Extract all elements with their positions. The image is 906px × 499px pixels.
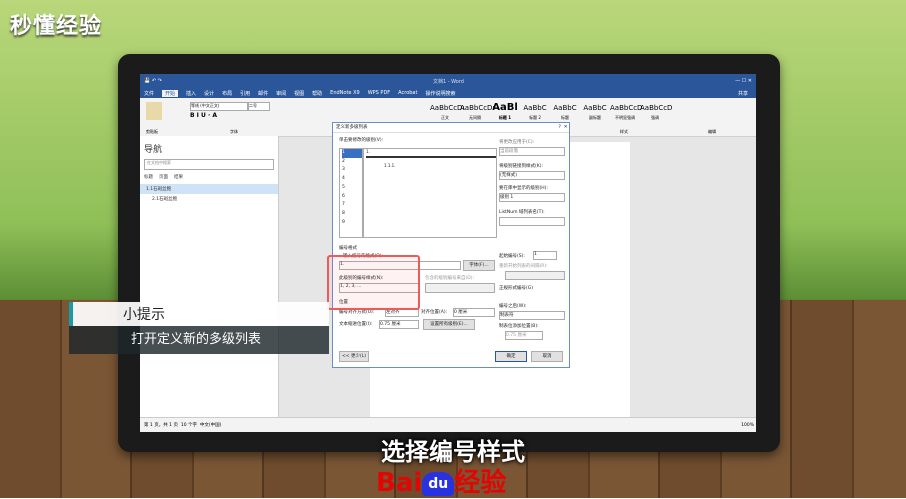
nav-search-input[interactable]: 在文档中搜索 — [144, 159, 274, 170]
nav-tabs: 标题 页面 结果 — [144, 174, 274, 180]
set-all-levels-button[interactable]: 设置所有级别(E)... — [423, 319, 475, 330]
apply-to-select[interactable]: 当前段落 — [499, 147, 565, 156]
click-level-label: 单击要修改的级别(V): — [339, 138, 384, 143]
number-format-section: 编号格式 — [339, 246, 357, 251]
style-no-spacing[interactable]: AaBbCcDı 无间隔 — [460, 101, 494, 123]
word-window: 💾 ↶ ↷ 文档1 - Word — ☐ ✕ 文件 开始 插入 设计 布局 引用… — [140, 74, 756, 432]
tab-layout[interactable]: 布局 — [222, 90, 232, 97]
tab-review[interactable]: 审阅 — [276, 90, 286, 97]
nav-heading-item[interactable]: 2.1石斑丝鲍 — [140, 194, 278, 204]
group-editing: 编辑 — [708, 129, 716, 134]
tab-help[interactable]: 帮助 — [312, 90, 322, 97]
font-name-select[interactable]: 等线 (中文正文) — [190, 102, 248, 111]
tab-stop-input: 0.75 厘米 — [505, 331, 543, 340]
ribbon-tabs: 文件 开始 插入 设计 布局 引用 邮件 审阅 视图 帮助 EndNote X9… — [140, 88, 756, 98]
nav-tab-headings[interactable]: 标题 — [144, 174, 153, 180]
apply-to-label: 将更改应用于(C): — [499, 140, 535, 145]
less-button[interactable]: << 更少(L) — [339, 351, 369, 362]
paste-icon[interactable] — [146, 102, 162, 120]
link-style-label: 将级别链接到样式(K): — [499, 164, 543, 169]
multilevel-list-dialog: 定义新多级列表 ? ✕ 单击要修改的级别(V): 1 23 45 67 89 1… — [332, 122, 570, 368]
follow-number-label: 编号之后(W): — [499, 304, 527, 309]
include-level-select — [425, 283, 495, 293]
group-clipboard: 剪贴板 — [146, 129, 158, 134]
title-bar: 💾 ↶ ↷ 文档1 - Word — ☐ ✕ — [140, 74, 756, 88]
window-title: 文档1 - Word — [432, 78, 464, 85]
dialog-title: 定义新多级列表 — [336, 125, 368, 130]
link-style-select[interactable]: (无样式) — [499, 171, 565, 180]
window-controls[interactable]: — ☐ ✕ — [735, 78, 752, 84]
tab-home[interactable]: 开始 — [162, 89, 179, 97]
group-styles: 样式 — [620, 129, 628, 134]
tab-endnote[interactable]: EndNote X9 — [330, 90, 360, 96]
tab-file[interactable]: 文件 — [144, 90, 154, 97]
status-bar: 第 1 页，共 1 页 10 个字 中文(中国) 100% — [140, 417, 756, 432]
style-normal[interactable]: AaBbCcDı 正文 — [430, 101, 464, 123]
start-at-input[interactable]: 1 — [533, 251, 557, 260]
tab-wps-pdf[interactable]: WPS PDF — [368, 90, 390, 96]
navigation-pane: 导航 在文档中搜索 标题 页面 结果 1.1石斑丝鲍 2.1石斑丝鲍 — [140, 136, 279, 418]
gallery-level-label: 要在库中显示的级别(H): — [499, 186, 548, 191]
style-gallery: AaBbCcDı 正文 AaBbCcDı 无间隔 AaBl 标题 1 AaBbC 标题 … — [430, 101, 672, 123]
tip-accent — [69, 302, 73, 326]
listnum-label: ListNum 域列表名(T): — [499, 210, 545, 215]
legal-checkbox[interactable]: 正规形式编号(G) — [499, 285, 533, 291]
group-font: 字体 — [230, 129, 238, 134]
style-emphasis[interactable]: AaBbCcD 强调 — [640, 101, 672, 123]
quick-access-toolbar[interactable]: 💾 ↶ ↷ — [144, 78, 162, 84]
tab-acrobat[interactable]: Acrobat — [398, 90, 417, 96]
level-list[interactable]: 1 23 45 67 89 — [339, 148, 363, 238]
tip-banner: 小提示 打开定义新的多级列表 — [69, 302, 329, 354]
tab-mailings[interactable]: 邮件 — [258, 90, 268, 97]
style-heading2[interactable]: AaBbC 标题 2 — [520, 101, 550, 123]
tab-references[interactable]: 引用 — [240, 90, 250, 97]
nav-heading-item[interactable]: 1.1石斑丝鲍 — [140, 184, 278, 194]
style-heading1[interactable]: AaBl 标题 1 — [490, 101, 520, 123]
gallery-level-select[interactable]: 级别 1 — [499, 193, 565, 202]
help-icon[interactable]: ? — [559, 123, 561, 132]
close-icon[interactable]: ✕ — [564, 123, 568, 132]
indent-input[interactable]: 0.75 厘米 — [379, 320, 419, 329]
tab-view[interactable]: 视图 — [294, 90, 304, 97]
format-buttons[interactable]: B I U · A — [190, 112, 217, 119]
word-count: 10 个字 — [180, 423, 197, 428]
monitor-frame: 💾 ↶ ↷ 文档1 - Word — ☐ ✕ 文件 开始 插入 设计 布局 引用… — [118, 54, 780, 452]
indent-label: 文本缩进位置(I): — [339, 322, 373, 327]
baidu-jingyan-logo: Bai du 经验 — [376, 468, 507, 498]
tab-insert[interactable]: 插入 — [186, 90, 196, 97]
tip-title-bar: 小提示 — [69, 302, 329, 326]
brand-logo: 秒懂经验 — [10, 14, 103, 39]
tip-text: 打开定义新的多级列表 — [69, 326, 329, 354]
style-title[interactable]: AaBbC 标题 — [550, 101, 580, 123]
listnum-input[interactable] — [499, 217, 565, 226]
nav-title: 导航 — [144, 145, 163, 155]
tab-design[interactable]: 设计 — [204, 90, 214, 97]
font-size-select[interactable]: 二号 — [248, 102, 270, 111]
start-at-label: 起始编号(S): — [499, 254, 525, 259]
style-subtitle[interactable]: AaBbC 副标题 — [580, 101, 610, 123]
list-preview: 1. 1.1.1. — [363, 148, 497, 238]
nav-tab-pages[interactable]: 页面 — [159, 174, 168, 180]
include-level-label: 包含的级别编号来自(D): — [425, 276, 474, 281]
language: 中文(中国) — [199, 423, 222, 428]
tell-me-search[interactable]: 操作说明搜索 — [425, 90, 455, 97]
align-at-input[interactable]: 0 厘米 — [453, 308, 495, 317]
font-button[interactable]: 字体(F)... — [463, 260, 495, 271]
highlight-frame — [327, 255, 420, 310]
share-button[interactable]: 共享 — [738, 90, 748, 97]
style-subtle-emphasis[interactable]: AaBbCcD 不明显强调 — [610, 101, 642, 123]
follow-number-select[interactable]: 制表符 — [499, 311, 565, 320]
cancel-button[interactable]: 取消 — [531, 351, 563, 362]
tab-stop-checkbox[interactable]: 制表位添加位置(B): — [499, 323, 539, 329]
align-at-label: 对齐位置(A): — [421, 310, 448, 315]
restart-label: 重新开始列表的间隔(R): — [499, 264, 548, 269]
page-count: 第 1 页，共 1 页 — [144, 423, 178, 428]
ok-button[interactable]: 确定 — [495, 351, 527, 362]
dialog-titlebar: 定义新多级列表 ? ✕ — [333, 123, 569, 133]
nav-tab-results[interactable]: 结果 — [174, 174, 183, 180]
tip-title: 小提示 — [123, 307, 165, 323]
restart-select — [505, 271, 565, 280]
zoom-level[interactable]: 100% — [741, 423, 754, 428]
